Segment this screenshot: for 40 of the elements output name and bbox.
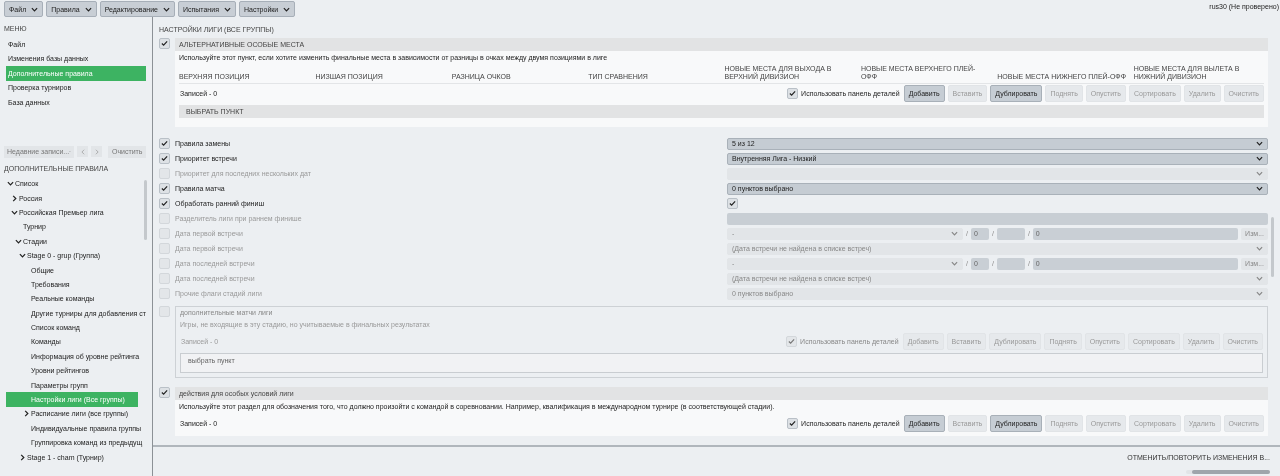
minute-field[interactable] <box>996 257 1025 270</box>
expand-caret-icon <box>6 181 14 187</box>
expand-caret-icon <box>10 209 18 215</box>
chevron-right-icon <box>94 148 99 155</box>
caret-icon <box>31 6 39 12</box>
caret-icon <box>951 231 958 237</box>
caret-icon <box>1256 276 1263 282</box>
caret-icon <box>1256 186 1263 192</box>
scrollbar[interactable] <box>144 180 147 240</box>
checkbox[interactable] <box>159 138 170 150</box>
checkbox[interactable] <box>727 198 738 210</box>
checkbox[interactable] <box>159 38 170 49</box>
caret-icon <box>23 410 29 418</box>
checkbox[interactable] <box>159 198 170 210</box>
caret-icon <box>1256 246 1263 252</box>
expand-caret-icon <box>18 253 26 259</box>
scrollbar[interactable] <box>1271 217 1274 277</box>
caret-icon <box>951 261 958 267</box>
caret-icon <box>1256 141 1263 147</box>
minute-field[interactable] <box>996 227 1025 240</box>
caret-icon <box>11 194 17 202</box>
checkbox[interactable] <box>159 153 170 165</box>
caret-icon <box>1256 291 1263 297</box>
caret-icon <box>283 6 291 12</box>
checkbox[interactable] <box>159 183 170 195</box>
caret-icon <box>223 6 231 12</box>
back-button[interactable] <box>77 146 88 157</box>
input-field[interactable] <box>727 212 1268 225</box>
caret-icon <box>1256 171 1263 177</box>
caret-icon <box>1256 156 1263 162</box>
expand-caret-icon <box>14 238 22 244</box>
caret-icon <box>19 453 25 461</box>
caret-icon <box>163 6 170 12</box>
checkbox[interactable] <box>159 387 170 399</box>
chevron-left-icon <box>80 148 85 155</box>
checkbox[interactable] <box>787 88 799 100</box>
checkbox[interactable] <box>787 418 799 430</box>
caret-icon <box>84 6 92 12</box>
forward-button[interactable] <box>91 146 102 157</box>
scrollbar[interactable] <box>1186 470 1270 474</box>
